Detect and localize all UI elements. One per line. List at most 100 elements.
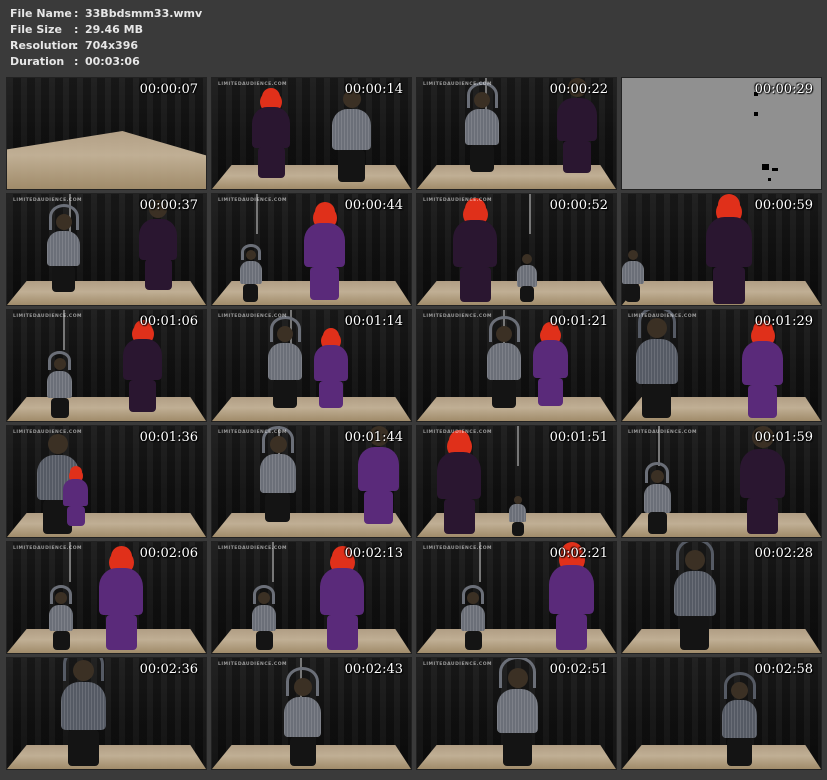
- thumbnail-timestamp: 00:02:28: [754, 546, 813, 561]
- thumbnail-timestamp: 00:01:51: [549, 430, 608, 445]
- thumbnail-timestamp: 00:01:21: [549, 314, 608, 329]
- person-body: [453, 220, 497, 267]
- person-figure: [497, 658, 538, 766]
- video-thumbnail[interactable]: LIMITEDAUDIENCE.COM 00:00:44: [212, 194, 411, 305]
- person-legs: [258, 147, 285, 178]
- person-figure: [49, 585, 73, 650]
- thumbnail-watermark: LIMITEDAUDIENCE.COM: [13, 546, 83, 551]
- raised-arms: [270, 316, 301, 342]
- video-thumbnail[interactable]: LIMITEDAUDIENCE.COM 00:01:14: [212, 310, 411, 421]
- person-body: [622, 261, 644, 284]
- video-thumbnail[interactable]: LIMITEDAUDIENCE.COM 00:00:14: [212, 78, 411, 189]
- person-body: [63, 479, 88, 506]
- person-head: [522, 254, 532, 264]
- noise-speck: [762, 164, 769, 170]
- file-info-header: File Name : 33Bbdsmm33.wmv File Size : 2…: [10, 6, 410, 70]
- person-figure: [123, 320, 162, 412]
- person-figure: [517, 254, 537, 302]
- raised-arms: [286, 667, 319, 696]
- thumbnail-watermark: LIMITEDAUDIENCE.COM: [423, 198, 493, 203]
- noise-speck: [772, 168, 778, 171]
- raised-arms: [50, 585, 72, 604]
- person-legs: [273, 380, 297, 408]
- person-body: [99, 568, 143, 615]
- thumbnail-watermark: LIMITEDAUDIENCE.COM: [13, 314, 83, 319]
- video-thumbnail[interactable]: 00:02:36: [7, 658, 206, 769]
- raised-arms: [63, 658, 104, 681]
- person-legs: [747, 498, 778, 534]
- person-body: [437, 452, 481, 499]
- person-figure: [453, 198, 497, 302]
- thumbnail-timestamp: 00:00:44: [344, 198, 403, 213]
- video-thumbnail[interactable]: LIMITEDAUDIENCE.COM 00:02:43: [212, 658, 411, 769]
- thumbnail-timestamp: 00:01:14: [344, 314, 403, 329]
- video-thumbnail[interactable]: LIMITEDAUDIENCE.COM 00:01:51: [417, 426, 616, 537]
- video-thumbnail[interactable]: LIMITEDAUDIENCE.COM 00:01:21: [417, 310, 616, 421]
- thumbnail-watermark: LIMITEDAUDIENCE.COM: [423, 82, 493, 87]
- person-body: [61, 682, 106, 730]
- person-figure: [674, 542, 716, 650]
- person-body: [722, 700, 757, 738]
- person-legs: [748, 385, 777, 418]
- file-size-separator: :: [74, 23, 79, 36]
- person-body: [549, 565, 594, 614]
- video-thumbnail[interactable]: LIMITEDAUDIENCE.COM 00:02:21: [417, 542, 616, 653]
- person-body: [47, 371, 72, 398]
- person-body: [509, 504, 526, 522]
- video-thumbnail[interactable]: 00:00:59: [622, 194, 821, 305]
- person-body: [139, 219, 177, 260]
- resolution-separator: :: [74, 39, 79, 52]
- raised-arms: [48, 351, 71, 370]
- person-legs: [106, 615, 137, 650]
- video-thumbnail[interactable]: LIMITEDAUDIENCE.COM 00:01:59: [622, 426, 821, 537]
- person-figure: [706, 194, 752, 304]
- person-legs: [470, 145, 494, 172]
- thumbnail-timestamp: 00:02:13: [344, 546, 403, 561]
- video-thumbnail[interactable]: LIMITEDAUDIENCE.COM 00:02:51: [417, 658, 616, 769]
- person-figure: [644, 462, 671, 534]
- duration-row: Duration : 00:03:06: [10, 54, 410, 70]
- video-thumbnail[interactable]: LIMITEDAUDIENCE.COM 00:00:22: [417, 78, 616, 189]
- hanging-rope: [529, 194, 531, 234]
- person-figure: [99, 546, 143, 650]
- person-body: [465, 109, 499, 145]
- person-legs: [727, 738, 752, 766]
- person-legs: [625, 284, 640, 302]
- person-figure: [742, 320, 783, 418]
- person-figure: [284, 667, 321, 766]
- person-legs: [51, 398, 69, 418]
- thumbnail-timestamp: 00:01:29: [754, 314, 813, 329]
- video-thumbnail[interactable]: 00:02:58: [622, 658, 821, 769]
- thumbnail-floor: [7, 744, 206, 769]
- video-thumbnail[interactable]: 00:00:29: [622, 78, 821, 189]
- video-thumbnail[interactable]: LIMITEDAUDIENCE.COM 00:00:52: [417, 194, 616, 305]
- thumbnail-timestamp: 00:02:36: [139, 662, 198, 677]
- video-thumbnail[interactable]: LIMITEDAUDIENCE.COM 00:01:29: [622, 310, 821, 421]
- person-figure: [252, 88, 290, 178]
- thumbnail-floor: [212, 628, 411, 653]
- video-thumbnail[interactable]: 00:02:28: [622, 542, 821, 653]
- resolution-row: Resolution : 704x396: [10, 38, 410, 54]
- person-figure: [533, 322, 568, 406]
- person-legs: [520, 286, 534, 302]
- person-body: [49, 605, 73, 631]
- thumbnail-timestamp: 00:00:22: [549, 82, 608, 97]
- video-thumbnail[interactable]: LIMITEDAUDIENCE.COM 00:02:06: [7, 542, 206, 653]
- person-body: [358, 447, 399, 491]
- person-legs: [563, 141, 591, 173]
- video-thumbnail[interactable]: LIMITEDAUDIENCE.COM 00:01:36: [7, 426, 206, 537]
- person-figure: [61, 658, 106, 766]
- person-head: [70, 466, 82, 478]
- person-body: [742, 341, 783, 385]
- person-legs: [680, 616, 709, 650]
- thumbnail-timestamp: 00:02:43: [344, 662, 403, 677]
- person-head: [323, 328, 339, 344]
- person-legs: [319, 381, 343, 408]
- video-thumbnail[interactable]: LIMITEDAUDIENCE.COM 00:02:13: [212, 542, 411, 653]
- video-thumbnail[interactable]: LIMITEDAUDIENCE.COM 00:01:44: [212, 426, 411, 537]
- raised-arms: [241, 244, 261, 260]
- person-legs: [145, 259, 172, 290]
- video-thumbnail[interactable]: 00:00:07: [7, 78, 206, 189]
- video-thumbnail[interactable]: LIMITEDAUDIENCE.COM 00:01:06: [7, 310, 206, 421]
- video-thumbnail[interactable]: LIMITEDAUDIENCE.COM 00:00:37: [7, 194, 206, 305]
